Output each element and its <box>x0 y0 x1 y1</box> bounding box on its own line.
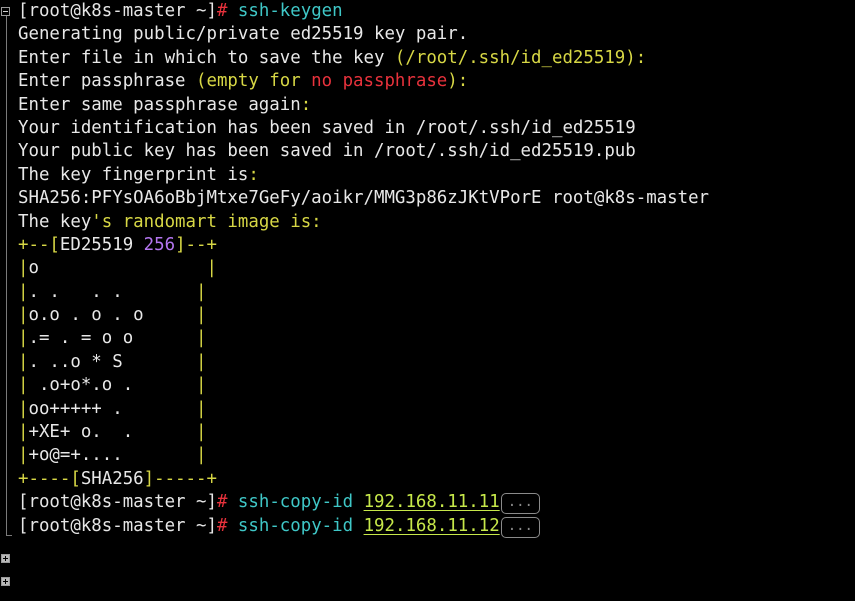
fold-expanded-icon[interactable] <box>1 7 10 16</box>
randomart-cells: o <box>28 258 39 279</box>
randomart-border: | <box>38 258 217 279</box>
output-paren: ): <box>447 71 469 92</box>
randomart-row: |. ..o * S | <box>18 351 855 374</box>
output-highlight: 's randomart image is: <box>91 211 322 232</box>
prompt-text: [root@k8s-master ~] <box>18 492 217 513</box>
randomart-row: |+XE+ o. . | <box>18 421 855 444</box>
output-line: Your public key has been saved in /root/… <box>18 140 855 163</box>
output-line: Generating public/private ed25519 key pa… <box>18 23 855 46</box>
randomart-border: | <box>122 281 207 302</box>
randomart-cells: . ..o * S <box>28 351 123 372</box>
randomart-border: | <box>18 398 29 419</box>
output-paren: (empty for <box>196 71 312 92</box>
randomart-bits: 256 <box>143 234 176 255</box>
output-text: Enter passphrase <box>18 71 196 92</box>
randomart-row: |. . . . | <box>18 281 855 304</box>
prompt-hash: # <box>216 515 228 536</box>
fold-guide-line <box>6 16 7 535</box>
randomart-row: |oo+++++ . | <box>18 398 855 421</box>
terminal-output: [root@k8s-master ~]# ssh-keygen Generati… <box>18 0 855 538</box>
randomart-row: |.= . = o o | <box>18 327 855 350</box>
randomart-border: | <box>18 445 29 466</box>
randomart-cells: oo+++++ . <box>28 398 123 419</box>
collapsed-output-button[interactable]: ... <box>500 493 540 515</box>
randomart-keytype: ED25519 <box>59 234 144 255</box>
randomart-cells: +o@=+.... <box>28 445 123 466</box>
randomart-border: | <box>133 422 207 443</box>
fingerprint-value: :PFYsOA6oBbjMtxe7GeFy/aoikr/MMG3p86zJKtV… <box>80 188 710 209</box>
randomart-cells: .o+o*.o . <box>28 375 134 396</box>
output-text: Enter same passphrase again <box>18 94 301 115</box>
randomart-border: | <box>18 328 29 349</box>
randomart-border: | <box>18 375 29 396</box>
fold-collapsed-icon[interactable] <box>1 577 10 586</box>
output-text: Generating public/private ed25519 key pa… <box>18 24 469 45</box>
output-line: The key's randomart image is: <box>18 211 855 234</box>
randomart-border: ]--+ <box>175 234 217 255</box>
randomart-hash: SHA256 <box>80 468 144 489</box>
randomart-border: | <box>133 375 207 396</box>
output-colon: : <box>248 164 259 185</box>
randomart-cells: +XE+ o. . <box>28 422 134 443</box>
output-text: The key fingerprint is <box>18 164 249 185</box>
fold-end-tick <box>6 535 12 536</box>
randomart-border: +--[ <box>18 234 60 255</box>
prompt-hash: # <box>216 1 228 21</box>
randomart-row: |+o@=+.... | <box>18 444 855 467</box>
randomart-cells: .= . = o o <box>28 328 134 349</box>
prompt-line: [root@k8s-master ~]# ssh-copy-id 192.168… <box>18 515 855 538</box>
output-line: Your identification has been saved in /r… <box>18 117 855 140</box>
prompt-text: [root@k8s-master ~] <box>18 515 217 536</box>
randomart-border: | <box>122 398 207 419</box>
randomart-border: | <box>18 422 29 443</box>
fold-gutter <box>0 0 15 601</box>
ip-address-link[interactable]: 192.168.11.12 <box>364 516 500 536</box>
output-line: Enter passphrase (empty for no passphras… <box>18 70 855 93</box>
fold-collapsed-icon[interactable] <box>1 554 10 563</box>
randomart-top: +--[ED25519 256]--+ <box>18 234 855 257</box>
fingerprint-line: SHA256:PFYsOA6oBbjMtxe7GeFy/aoikr/MMG3p8… <box>18 187 855 210</box>
output-text: Enter file in which to save the key <box>18 47 395 68</box>
output-text: Your public key has been saved in /root/… <box>18 141 636 162</box>
command-text: ssh-copy-id <box>237 515 354 536</box>
randomart-cells: . . . . <box>28 281 123 302</box>
randomart-border: | <box>143 305 207 326</box>
randomart-border: | <box>122 351 207 372</box>
output-keyword: no passphrase <box>311 71 448 92</box>
randomart-border: ]-----+ <box>143 468 217 489</box>
randomart-row: | .o+o*.o . | <box>18 374 855 397</box>
randomart-border: | <box>122 445 207 466</box>
randomart-row: |o.o . o . o | <box>18 304 855 327</box>
output-line: Enter same passphrase again: <box>18 94 855 117</box>
terminal-window[interactable]: [root@k8s-master ~]# ssh-keygen Generati… <box>0 0 855 601</box>
prompt-line: [root@k8s-master ~]# ssh-copy-id 192.168… <box>18 491 855 515</box>
command-text: ssh-keygen <box>237 1 343 21</box>
prompt-hash: # <box>216 492 228 513</box>
output-text: The key <box>18 211 92 232</box>
output-line: The key fingerprint is: <box>18 164 855 187</box>
randomart-border: | <box>18 351 29 372</box>
command-text: ssh-copy-id <box>237 492 354 513</box>
output-line: Enter file in which to save the key (/ro… <box>18 47 855 70</box>
randomart-border: | <box>133 328 207 349</box>
prompt-text: [root@k8s-master ~] <box>18 1 217 21</box>
randomart-border: | <box>18 281 29 302</box>
ip-address-link[interactable]: 192.168.11.11 <box>364 492 500 512</box>
output-colon: : <box>300 94 312 115</box>
randomart-border: | <box>18 258 29 279</box>
prompt-line: [root@k8s-master ~]# ssh-keygen <box>18 0 855 23</box>
collapsed-output-button[interactable]: ... <box>500 516 540 538</box>
output-text: Your identification has been saved in /r… <box>18 117 636 138</box>
randomart-cells: o.o . o . o <box>28 305 144 326</box>
randomart-bottom: +----[SHA256]-----+ <box>18 468 855 491</box>
randomart-border: | <box>18 305 29 326</box>
output-path: (/root/.ssh/id_ed25519): <box>394 47 647 68</box>
randomart-border: +----[ <box>18 468 81 489</box>
randomart-row: |o | <box>18 257 855 280</box>
fingerprint-algo: SHA256 <box>18 188 81 209</box>
